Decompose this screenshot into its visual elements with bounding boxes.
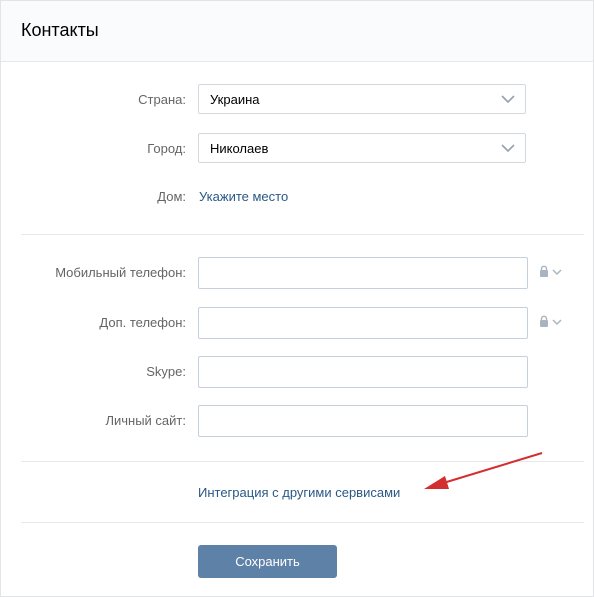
lock-icon (540, 315, 548, 327)
mobile-phone-input[interactable] (198, 257, 528, 289)
extra-phone-input[interactable] (198, 307, 528, 339)
country-label: Страна: (138, 92, 186, 107)
city-select[interactable]: Николаев (198, 133, 526, 163)
privacy-selector[interactable] (538, 265, 566, 279)
extra-phone-label: Доп. телефон: (99, 315, 186, 330)
country-select[interactable]: Украина (198, 84, 526, 114)
chevron-down-icon (501, 144, 515, 153)
website-label: Личный сайт: (105, 413, 186, 428)
chevron-down-icon (501, 95, 515, 104)
contacts-panel: Контакты Страна: Украина Город: Николаев… (0, 0, 594, 597)
lock-icon (540, 265, 548, 277)
chevron-down-icon (552, 269, 562, 275)
integration-link[interactable]: Интеграция с другими сервисами (198, 485, 400, 500)
section-divider (21, 522, 584, 523)
section-divider (21, 234, 584, 235)
chevron-down-icon (552, 319, 562, 325)
specify-place-link[interactable]: Укажите место (199, 189, 288, 204)
mobile-phone-label: Мобильный телефон: (55, 265, 186, 280)
website-input[interactable] (198, 405, 528, 437)
page-title: Контакты (21, 20, 99, 40)
section-divider (21, 461, 584, 462)
privacy-selector[interactable] (538, 315, 566, 329)
city-value: Николаев (210, 141, 269, 156)
panel-header: Контакты (1, 1, 593, 62)
skype-label: Skype: (146, 364, 186, 379)
skype-input[interactable] (198, 356, 528, 388)
home-label: Дом: (157, 189, 186, 204)
country-value: Украина (210, 92, 260, 107)
save-button[interactable]: Сохранить (198, 545, 337, 578)
city-label: Город: (147, 141, 186, 156)
